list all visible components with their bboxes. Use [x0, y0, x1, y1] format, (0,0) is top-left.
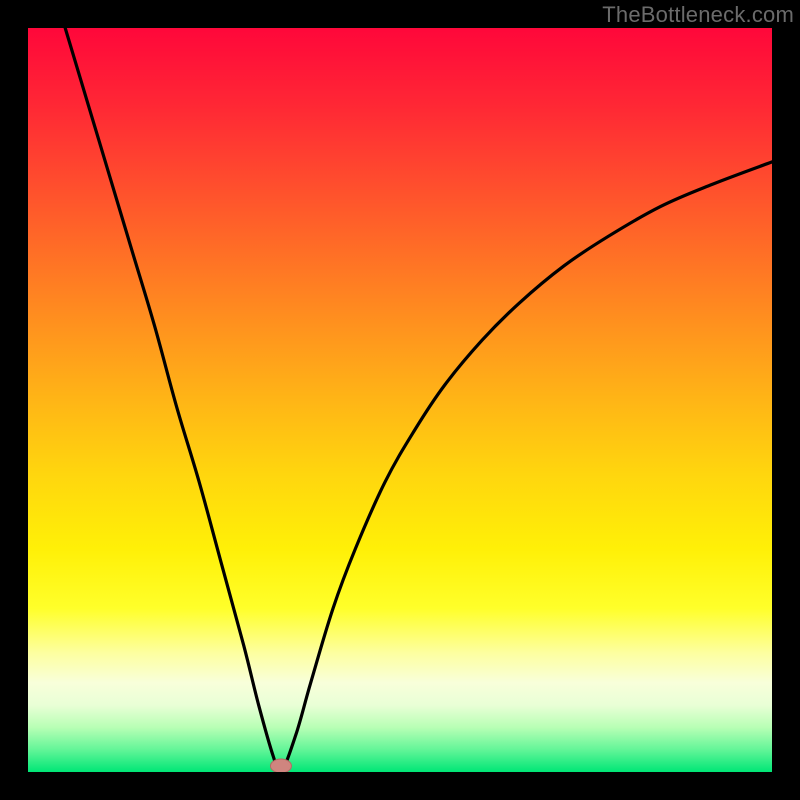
gradient-background	[28, 28, 772, 772]
minimum-marker	[270, 759, 291, 772]
watermark-text: TheBottleneck.com	[602, 2, 794, 28]
chart-frame	[28, 28, 772, 772]
bottleneck-chart	[28, 28, 772, 772]
